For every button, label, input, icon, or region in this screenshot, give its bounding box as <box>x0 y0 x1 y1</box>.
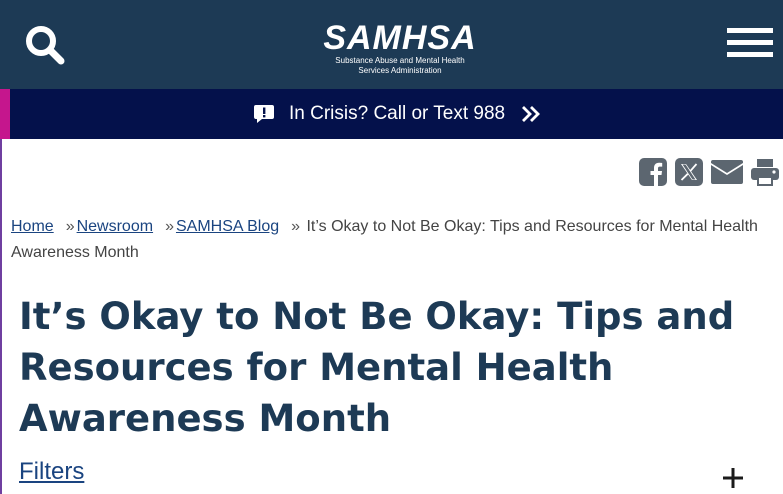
print-icon <box>751 159 779 186</box>
menu-bar <box>727 28 773 33</box>
menu-bar <box>727 40 773 45</box>
email-share-button[interactable] <box>710 157 744 187</box>
hamburger-menu-button[interactable] <box>727 28 773 62</box>
x-share-button[interactable] <box>674 157 704 187</box>
facebook-share-button[interactable] <box>638 157 668 187</box>
facebook-icon <box>639 158 667 186</box>
crisis-text: In Crisis? Call or Text 988 <box>289 103 506 124</box>
breadcrumb-separator: » <box>291 218 301 235</box>
breadcrumb-separator: » <box>165 218 174 235</box>
filters-toggle-link[interactable]: Filters <box>19 458 84 486</box>
samhsa-logo[interactable]: SAMHSA Substance Abuse and Mental Health… <box>320 20 480 80</box>
breadcrumb-separator: » <box>65 218 75 235</box>
crisis-accent-strip <box>0 89 10 139</box>
share-toolbar <box>638 157 780 189</box>
crisis-call-link[interactable]: In Crisis? Call or Text 988 <box>253 89 541 139</box>
double-chevron-right-icon <box>522 106 541 122</box>
breadcrumb-home-link[interactable]: Home <box>11 218 54 235</box>
breadcrumb: Home» Newsroom» SAMHSA Blog» It’s Okay to … <box>11 214 771 266</box>
menu-bar <box>727 52 773 57</box>
filters-expand-button[interactable] <box>721 466 745 490</box>
plus-icon <box>723 468 743 488</box>
breadcrumb-blog-link[interactable]: SAMHSA Blog <box>176 218 279 235</box>
x-icon <box>675 158 703 186</box>
logo-subtitle-line1: Substance Abuse and Mental Health <box>335 56 465 65</box>
logo-subtitle-line2: Services Administration <box>358 66 442 75</box>
page-left-border <box>0 139 2 494</box>
page-title: It’s Okay to Not Be Okay: Tips and Resou… <box>19 295 735 440</box>
print-button[interactable] <box>750 157 780 187</box>
email-icon <box>711 160 743 184</box>
breadcrumb-newsroom-link[interactable]: Newsroom <box>77 218 153 235</box>
alert-speech-icon <box>254 105 274 123</box>
search-icon <box>26 26 65 65</box>
crisis-banner: In Crisis? Call or Text 988 <box>0 89 783 139</box>
site-header: SAMHSA Substance Abuse and Mental Health… <box>0 0 783 89</box>
logo-wordmark: SAMHSA <box>323 19 477 57</box>
search-button[interactable] <box>24 24 66 66</box>
